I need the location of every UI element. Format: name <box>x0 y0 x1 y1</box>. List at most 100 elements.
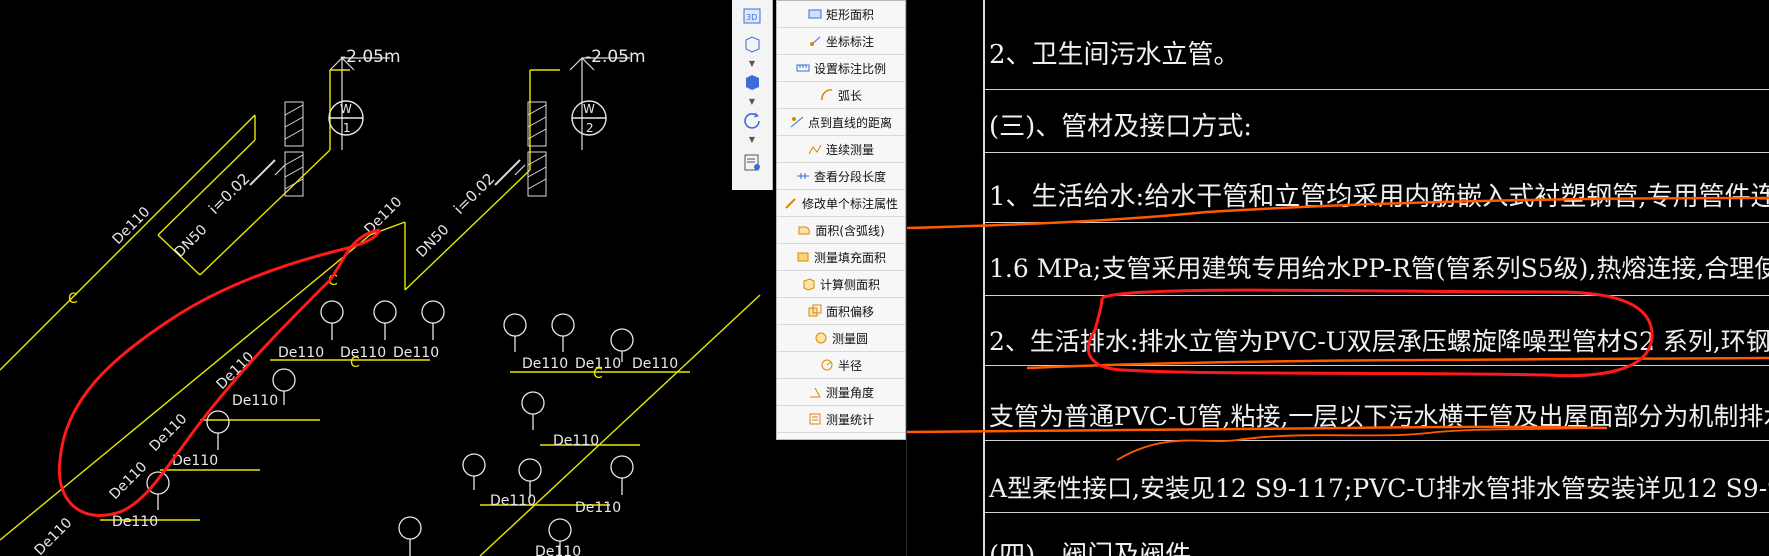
chevron-down-icon[interactable]: ▼ <box>740 94 764 108</box>
menu-item-label: 计算侧面积 <box>819 277 880 292</box>
cleanout-label: C <box>593 366 603 382</box>
area-offset-icon <box>808 304 822 318</box>
menu-item-label: 设置标注比例 <box>813 61 886 76</box>
riser-symbols <box>328 100 607 136</box>
riser-label-1: W <box>340 102 352 116</box>
menu-item-rect-area[interactable]: 矩形面积 <box>777 1 905 28</box>
slope-arrow-2 <box>494 159 521 186</box>
circle-icon <box>814 331 828 345</box>
menu-item-statistics[interactable]: 测量统计 <box>777 406 905 433</box>
elevation-label-1: -2.05m <box>340 47 401 67</box>
menu-item-label: 弧长 <box>837 88 862 103</box>
pipe-de110-label: De110 <box>278 345 324 361</box>
view-toolbar: 3D ▼ ▼ ▼ <box>732 0 773 190</box>
area-arc-icon <box>797 223 811 237</box>
chevron-down-icon[interactable]: ▼ <box>740 56 764 70</box>
slope-label-2: i=0.02 <box>450 170 498 218</box>
pipe-de110-label: De110 <box>632 356 678 372</box>
point-line-icon <box>790 115 804 129</box>
slope-label-1: i=0.02 <box>205 170 253 218</box>
menu-item-label: 面积(含弧线) <box>815 223 885 238</box>
menu-item-label: 半径 <box>837 358 862 373</box>
edit-dimension-icon <box>784 196 798 210</box>
pipe-de110-label: De110 <box>110 204 154 248</box>
menu-item-area-offset[interactable]: 面积偏移 <box>777 298 905 325</box>
menu-item-label: 面积偏移 <box>825 304 874 319</box>
angle-icon <box>808 385 822 399</box>
elevation-label-2: -2.05m <box>585 47 646 67</box>
riser-number-1: 1 <box>343 121 351 135</box>
menu-item-radius[interactable]: 半径 <box>777 352 905 379</box>
pipe-de110-label: De110 <box>575 500 621 516</box>
pipe-dn50-label-1: DN50 <box>172 222 211 261</box>
menu-item-angle[interactable]: 测量角度 <box>777 379 905 406</box>
menu-item-side-area[interactable]: 计算侧面积 <box>777 271 905 298</box>
segment-length-icon <box>796 169 810 183</box>
menu-item-arc-length[interactable]: 弧长 <box>777 82 905 109</box>
menu-item-label: 连续测量 <box>825 142 874 157</box>
statistics-icon <box>808 412 822 426</box>
chevron-down-icon[interactable]: ▼ <box>740 132 764 146</box>
measure-tool-menu: 矩形面积 坐标标注 设置标注比例 弧长 点到直线的距离 连续测量 查看分段长度 … <box>776 0 906 440</box>
pipe-dn50-label-2: DN50 <box>414 222 453 261</box>
spec-document: 2、卫生间污水立管。 (三)、管材及接口方式: 1、生活给水:给水干管和立管均采… <box>906 0 1769 556</box>
menu-item-segment-length[interactable]: 查看分段长度 <box>777 163 905 190</box>
cube-icon[interactable] <box>740 32 764 56</box>
pipe-de110-label: De110 <box>553 433 599 449</box>
fill-area-icon <box>796 250 810 264</box>
pipe-de110-label: De110 <box>393 345 439 361</box>
menu-item-continuous[interactable]: 连续测量 <box>777 136 905 163</box>
menu-item-edit-dimension[interactable]: 修改单个标注属性 <box>777 190 905 217</box>
menu-item-label: 测量圆 <box>831 331 868 346</box>
slope-arrow-1 <box>249 159 276 186</box>
3d-view-icon[interactable]: 3D <box>740 4 764 28</box>
pipe-de110-label: De110 <box>340 345 386 361</box>
rect-area-icon <box>808 7 822 21</box>
menu-item-set-scale[interactable]: 设置标注比例 <box>777 55 905 82</box>
continuous-measure-icon <box>808 142 822 156</box>
cleanout-label: C <box>350 355 360 371</box>
pipe-de110-label: De110 <box>522 356 568 372</box>
fixture-symbols <box>146 300 634 556</box>
pipe-de110-label: De110 <box>147 411 191 455</box>
pipe-de110-label: De110 <box>32 515 76 556</box>
doc-markup <box>907 196 1769 461</box>
riser-label-2: W <box>583 102 595 116</box>
menu-item-label: 查看分段长度 <box>813 169 886 184</box>
menu-item-circle[interactable]: 测量圆 <box>777 325 905 352</box>
pipe-de110-label: De110 <box>362 194 406 238</box>
svg-text:3D: 3D <box>746 13 757 22</box>
menu-item-label: 测量填充面积 <box>813 250 886 265</box>
pipe-de110-label: De110 <box>490 493 536 509</box>
coordinate-icon <box>808 34 822 48</box>
radius-icon <box>820 358 834 372</box>
menu-item-label: 坐标标注 <box>825 34 874 49</box>
menu-item-label: 矩形面积 <box>825 7 874 22</box>
side-area-icon <box>802 277 816 291</box>
menu-item-label: 测量统计 <box>825 412 874 427</box>
pipe-de110-label: De110 <box>535 544 581 556</box>
riser-number-2: 2 <box>586 121 594 135</box>
rotate-icon[interactable] <box>740 108 764 132</box>
orange-underline-3 <box>1026 356 1769 370</box>
pipe-de110-label: De110 <box>232 393 278 409</box>
pipe-de110-label: De110 <box>214 349 258 393</box>
riser-lines <box>274 57 630 176</box>
menu-item-point-line[interactable]: 点到直线的距离 <box>777 109 905 136</box>
menu-item-label: 点到直线的距离 <box>807 115 892 130</box>
pipe-de110-label: De110 <box>172 453 218 469</box>
menu-item-coordinate[interactable]: 坐标标注 <box>777 28 905 55</box>
layer-settings-icon[interactable] <box>740 150 764 174</box>
menu-item-area-arc[interactable]: 面积(含弧线) <box>777 217 905 244</box>
scale-icon <box>796 61 810 75</box>
wall-hatch <box>284 101 547 197</box>
menu-item-fill-area[interactable]: 测量填充面积 <box>777 244 905 271</box>
orange-underline-1 <box>907 196 1769 230</box>
pipe-de110-label: De110 <box>112 514 158 530</box>
cleanout-label: C <box>68 291 78 307</box>
orange-squiggle <box>1116 427 1588 461</box>
solid-cube-icon[interactable] <box>740 70 764 94</box>
menu-item-label: 测量角度 <box>825 385 874 400</box>
arc-length-icon <box>820 88 834 102</box>
menu-item-label: 修改单个标注属性 <box>801 196 898 211</box>
